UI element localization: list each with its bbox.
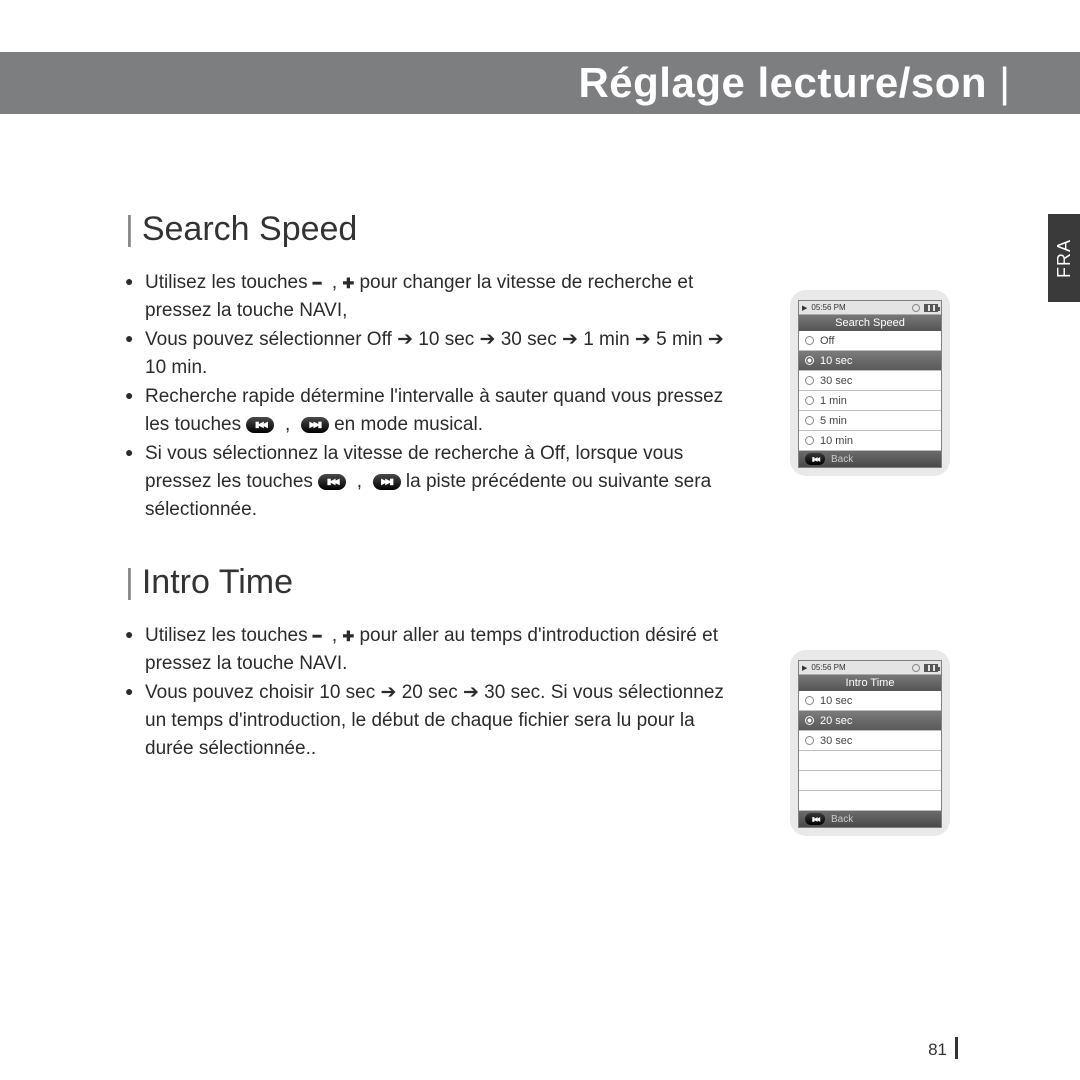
next-track-icon	[373, 474, 401, 490]
bullet: Recherche rapide détermine l'intervalle …	[125, 383, 735, 438]
menu-item-label: 20 sec	[820, 715, 852, 727]
bullet: Utilisez les touches , pour aller au tem…	[125, 622, 735, 677]
radio-icon	[805, 396, 814, 405]
back-icon	[805, 453, 825, 465]
menu-item-label: 30 sec	[820, 375, 852, 387]
radio-icon	[805, 716, 814, 725]
status-time: 05:56 PM	[811, 663, 845, 672]
menu-item[interactable]: 10 sec	[799, 691, 941, 711]
battery-icon	[924, 664, 938, 672]
back-label: Back	[831, 814, 853, 825]
header-divider: |	[987, 59, 1010, 107]
radio-icon	[805, 376, 814, 385]
menu-title: Search Speed	[799, 315, 941, 331]
menu-item[interactable]: 20 sec	[799, 711, 941, 731]
bullet: Vous pouvez choisir 10 sec ➔ 20 sec ➔ 30…	[125, 679, 735, 762]
status-time: 05:56 PM	[811, 303, 845, 312]
radio-icon	[805, 736, 814, 745]
radio-icon	[805, 336, 814, 345]
status-bar: 05:56 PM	[799, 661, 941, 675]
menu-item[interactable]: 1 min	[799, 391, 941, 411]
bullet: Si vous sélectionnez la vitesse de reche…	[125, 440, 735, 523]
menu-item[interactable]: 5 min	[799, 411, 941, 431]
menu-item[interactable]: 30 sec	[799, 731, 941, 751]
menu-item[interactable]	[799, 771, 941, 791]
menu-item-label: 10 sec	[820, 355, 852, 367]
menu-title: Intro Time	[799, 675, 941, 691]
page-title: Réglage lecture/son	[578, 59, 987, 107]
menu-item[interactable]: 10 sec	[799, 351, 941, 371]
device-screenshot-intro-time: 05:56 PM Intro Time 10 sec 20 sec 30 sec B…	[790, 650, 950, 836]
menu-item-label: 10 min	[820, 435, 853, 447]
language-tab: FRA	[1048, 214, 1080, 302]
menu-item[interactable]: 10 min	[799, 431, 941, 451]
menu-item[interactable]	[799, 791, 941, 811]
radio-icon	[805, 436, 814, 445]
back-bar: Back	[799, 811, 941, 827]
heading-search-speed: |Search Speed	[125, 210, 925, 249]
menu-item-label: 5 min	[820, 415, 847, 427]
battery-icon	[924, 304, 938, 312]
indicator-icon	[912, 664, 920, 672]
back-bar: Back	[799, 451, 941, 467]
bullet: Utilisez les touches , pour changer la v…	[125, 269, 735, 324]
back-label: Back	[831, 454, 853, 465]
header-band: Réglage lecture/son |	[0, 52, 1080, 114]
minus-icon	[313, 622, 321, 650]
play-icon	[802, 303, 807, 312]
menu-item-label: Off	[820, 335, 834, 347]
bullet: Vous pouvez sélectionner Off ➔ 10 sec ➔ …	[125, 326, 735, 381]
radio-icon	[805, 696, 814, 705]
plus-icon	[342, 269, 354, 297]
menu-item-label: 30 sec	[820, 735, 852, 747]
status-bar: 05:56 PM	[799, 301, 941, 315]
minus-icon	[313, 269, 321, 297]
back-icon	[805, 813, 825, 825]
page-number: 81	[928, 1037, 958, 1060]
radio-icon	[805, 356, 814, 365]
device-screenshot-search-speed: 05:56 PM Search Speed Off 10 sec 30 sec 1 m…	[790, 290, 950, 476]
next-track-icon	[301, 417, 329, 433]
menu-item-label: 1 min	[820, 395, 847, 407]
menu-item[interactable]	[799, 751, 941, 771]
indicator-icon	[912, 304, 920, 312]
plus-icon	[342, 622, 354, 650]
prev-track-icon	[318, 474, 346, 490]
play-icon	[802, 663, 807, 672]
menu-item[interactable]: Off	[799, 331, 941, 351]
language-label: FRA	[1054, 239, 1075, 278]
radio-icon	[805, 416, 814, 425]
menu-item[interactable]: 30 sec	[799, 371, 941, 391]
heading-intro-time: |Intro Time	[125, 563, 925, 602]
prev-track-icon	[246, 417, 274, 433]
menu-item-label: 10 sec	[820, 695, 852, 707]
